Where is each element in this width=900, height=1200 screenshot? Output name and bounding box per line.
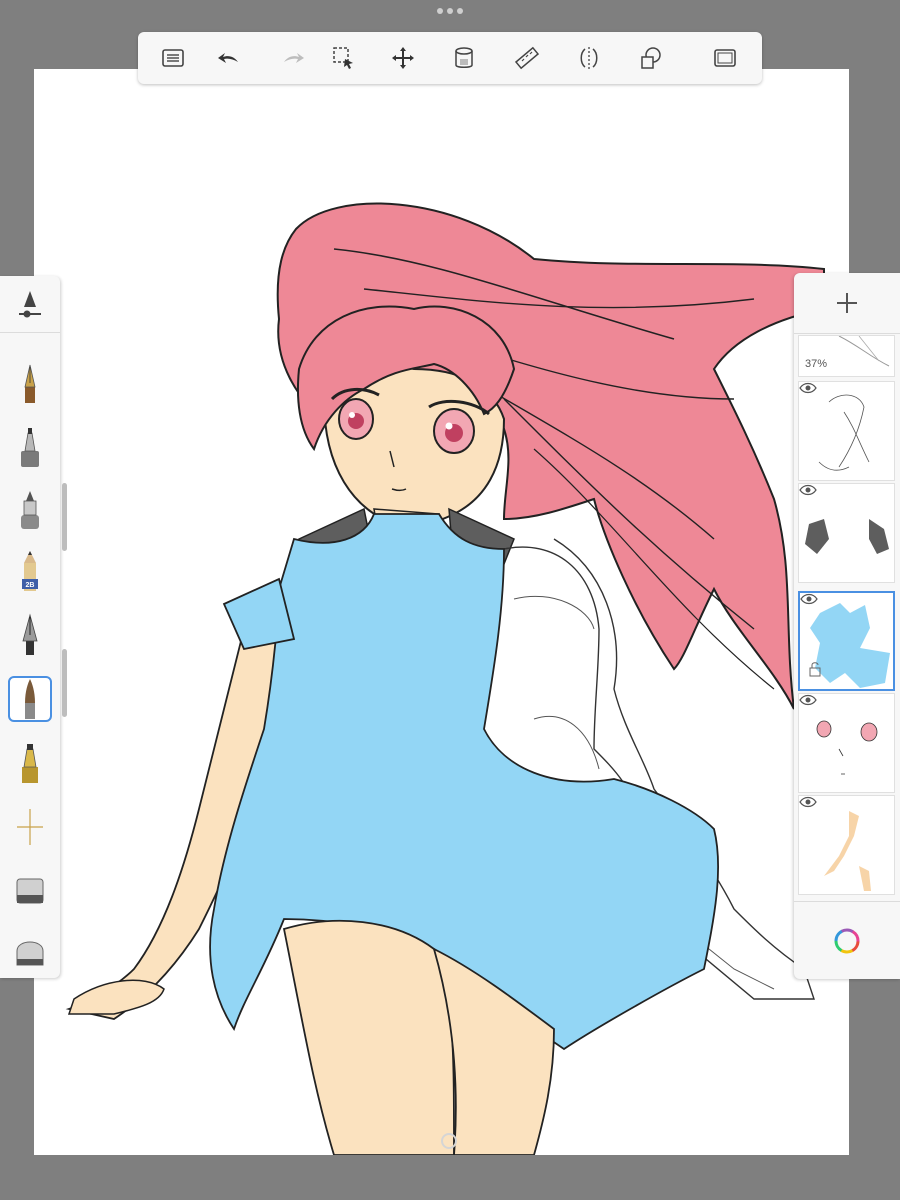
add-layer-button[interactable] — [794, 273, 900, 334]
undo-icon[interactable] — [214, 43, 244, 73]
plus-icon — [837, 293, 857, 313]
chisel-marker-brush[interactable] — [8, 740, 52, 786]
brush-scroll-handle-top[interactable] — [62, 483, 67, 551]
layer-shadows[interactable] — [798, 483, 895, 583]
transform-icon[interactable] — [388, 43, 418, 73]
layer-opacity-label: 37% — [805, 358, 828, 370]
eye-icon[interactable] — [800, 593, 818, 605]
fill-bucket-icon[interactable] — [449, 43, 479, 73]
list-icon[interactable] — [158, 43, 188, 73]
color-wheel-icon — [834, 928, 860, 954]
color-picker-button[interactable] — [794, 901, 900, 980]
layers-panel: 37% — [794, 273, 900, 979]
eye-icon[interactable] — [799, 382, 817, 394]
brush-settings-button[interactable] — [0, 276, 60, 333]
multitask-dots[interactable] — [437, 8, 463, 18]
artwork — [65, 202, 825, 1155]
eraser-brush[interactable] — [8, 868, 52, 914]
layer-sketch[interactable]: 37% — [798, 335, 895, 377]
brush-scroll-handle-bottom[interactable] — [62, 649, 67, 717]
paintbrush-brush[interactable] — [8, 676, 52, 722]
layer-skin[interactable] — [798, 795, 895, 895]
airbrush-brush[interactable] — [8, 486, 52, 532]
top-toolbar — [138, 32, 762, 84]
layer-lineart[interactable] — [798, 381, 895, 481]
fullscreen-icon[interactable] — [710, 43, 740, 73]
layer-dress[interactable] — [798, 591, 895, 691]
eye-icon[interactable] — [799, 796, 817, 808]
ruler-icon[interactable] — [512, 43, 542, 73]
eye-icon[interactable] — [799, 484, 817, 496]
smudge-brush[interactable] — [8, 804, 52, 850]
symmetry-icon[interactable] — [574, 43, 604, 73]
selection-icon[interactable] — [329, 43, 359, 73]
soft-eraser-brush[interactable] — [8, 930, 52, 976]
redo-icon[interactable] — [278, 43, 308, 73]
brush-library-panel: 2B — [0, 276, 60, 978]
svg-text:2B: 2B — [26, 582, 35, 589]
marker-brush[interactable] — [8, 424, 52, 470]
shapes-icon[interactable] — [636, 43, 666, 73]
canvas-home-handle[interactable] — [441, 1133, 457, 1149]
lock-transparency-icon[interactable] — [808, 661, 822, 677]
layer-face[interactable] — [798, 693, 895, 793]
fountain-pen-brush[interactable] — [8, 360, 52, 406]
ink-pen-brush[interactable] — [8, 612, 52, 658]
eye-icon[interactable] — [799, 694, 817, 706]
brush-properties-icon — [19, 291, 41, 318]
pencil-brush[interactable]: 2B — [8, 548, 52, 594]
drawing-canvas[interactable] — [34, 69, 849, 1155]
